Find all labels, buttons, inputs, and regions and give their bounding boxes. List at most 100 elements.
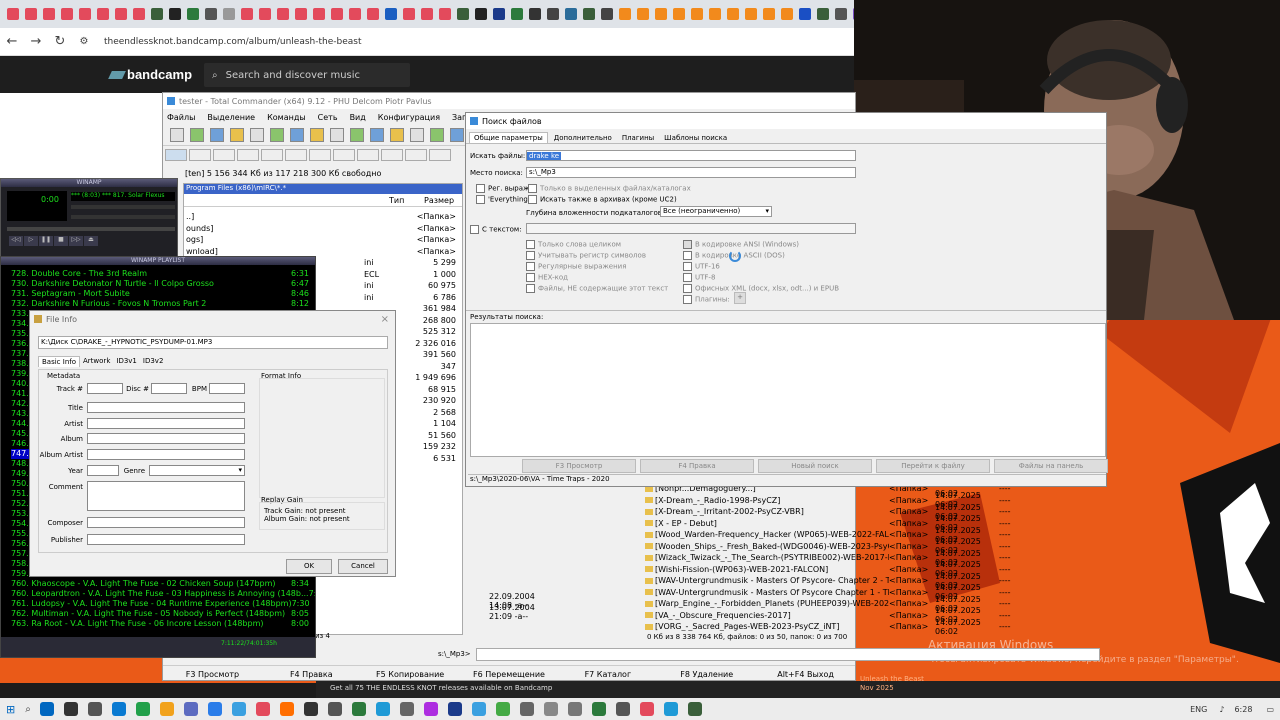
bandcamp-search-input[interactable]: ⌕ Search and discover music xyxy=(204,63,410,87)
file-info-tab[interactable]: ID3v2 xyxy=(140,356,167,367)
tc-right-row[interactable]: [VA_-_Obscure_Frequencies-2017] <Папка> 14… xyxy=(645,606,1095,624)
browser-tab[interactable] xyxy=(583,8,595,20)
text-option[interactable]: Учитывать регистр символов xyxy=(526,251,668,262)
taskbar-app-icon[interactable] xyxy=(567,702,582,716)
text-option[interactable]: Регулярные выражения xyxy=(526,262,668,273)
encoding-option-checkbox[interactable] xyxy=(683,295,692,304)
playlist-number[interactable]: 750. xyxy=(11,479,29,489)
browser-tab[interactable] xyxy=(799,8,811,20)
taskbar-app-icon[interactable] xyxy=(279,702,294,716)
taskbar-app-icon[interactable] xyxy=(327,702,342,716)
tc-drive-button[interactable] xyxy=(285,149,307,161)
tc-toolbar-button[interactable] xyxy=(250,128,264,142)
playlist-number[interactable]: 746. xyxy=(11,439,29,449)
taskbar-app-icon[interactable] xyxy=(183,702,198,716)
playlist-row[interactable]: 760. Leopardtron - V.A. Light The Fuse -… xyxy=(1,589,315,599)
notifications-icon[interactable]: ▭ xyxy=(1266,705,1274,714)
taskbar-app-icon[interactable] xyxy=(63,702,78,716)
file-path-field[interactable]: K:\Диск C\DRAKE_-_HYPNOTIC_PSYDUMP-01.MP… xyxy=(38,336,388,349)
text-option-checkbox[interactable] xyxy=(526,284,535,293)
encoding-option-checkbox[interactable] xyxy=(683,273,692,282)
taskbar-app-icon[interactable] xyxy=(591,702,606,716)
browser-tab[interactable] xyxy=(331,8,343,20)
taskbar-app-icon[interactable] xyxy=(39,702,54,716)
playlist-number[interactable]: 736. xyxy=(11,339,29,349)
tc-drive-button[interactable] xyxy=(261,149,283,161)
winamp-balance-slider[interactable] xyxy=(71,215,175,219)
find-files-button[interactable]: Перейти к файлу xyxy=(876,459,990,473)
playlist-row[interactable]: 763. Ra Root - V.A. Light The Fuse - 06 … xyxy=(1,619,315,629)
encoding-option[interactable]: В кодировке ANSI (Windows) xyxy=(683,240,839,251)
tc-drive-button[interactable] xyxy=(381,149,403,161)
search-tab[interactable]: Общие параметры xyxy=(469,132,548,143)
browser-tab[interactable] xyxy=(259,8,271,20)
file-info-tab[interactable]: Artwork xyxy=(80,356,113,367)
browser-tab[interactable] xyxy=(421,8,433,20)
playlist-number[interactable]: 742. xyxy=(11,399,29,409)
encoding-option-checkbox[interactable] xyxy=(683,240,692,249)
taskbar-app-icon[interactable] xyxy=(447,702,462,716)
playlist-row[interactable]: 730. Darkshire Detonator N Turtle - Il C… xyxy=(1,279,315,289)
taskbar-app-icon[interactable] xyxy=(471,702,486,716)
bandcamp-logo[interactable]: bandcamp xyxy=(108,67,192,82)
disc-field[interactable] xyxy=(151,383,187,394)
taskbar-app-icon[interactable] xyxy=(399,702,414,716)
playlist-number[interactable]: 751. xyxy=(11,489,29,499)
browser-tab[interactable] xyxy=(511,8,523,20)
tc-menu-item[interactable]: Файлы xyxy=(167,113,195,122)
album-artist-field[interactable] xyxy=(87,449,245,460)
tc-fkey-button[interactable]: F6 Перемещение xyxy=(460,670,559,679)
browser-tab[interactable] xyxy=(673,8,685,20)
tc-fkey-button[interactable]: F3 Просмотр xyxy=(163,670,262,679)
tc-toolbar-button[interactable] xyxy=(230,128,244,142)
results-list[interactable] xyxy=(470,323,1106,457)
tc-left-row[interactable]: <Папка> xyxy=(184,223,462,235)
tc-right-row[interactable]: [X - EP - Debut] <Папка> 14.07.2025 06:02-… xyxy=(645,514,1095,532)
taskbar-app-icon[interactable] xyxy=(639,702,654,716)
tc-menu-item[interactable]: Команды xyxy=(267,113,306,122)
browser-tab[interactable] xyxy=(241,8,253,20)
text-option[interactable]: HEX-код xyxy=(526,273,668,284)
tc-left-row[interactable]: <Папка> xyxy=(184,211,462,223)
playlist-number[interactable]: 744. xyxy=(11,419,29,429)
find-files-button[interactable]: F3 Просмотр xyxy=(522,459,636,473)
browser-tab[interactable] xyxy=(709,8,721,20)
playlist-row[interactable]: 760. Khaoscope - V.A. Light The Fuse - 0… xyxy=(1,579,315,589)
tc-toolbar-button[interactable] xyxy=(330,128,344,142)
playlist-number[interactable]: 743. xyxy=(11,409,29,419)
browser-tab[interactable] xyxy=(43,8,55,20)
playlist-row[interactable]: 731. Septagram - Mort Subite 8:46 xyxy=(1,289,315,299)
publisher-field[interactable] xyxy=(87,534,245,545)
search-for-input[interactable]: drake ke xyxy=(526,150,856,161)
playlist-number[interactable]: 748. xyxy=(11,459,29,469)
browser-tab[interactable] xyxy=(349,8,361,20)
tc-right-row[interactable]: [WAV-Untergrundmusik - Masters Of Psycor… xyxy=(645,572,1095,590)
text-option-checkbox[interactable] xyxy=(526,251,535,260)
track-field[interactable] xyxy=(87,383,123,394)
playlist-number[interactable]: 735. xyxy=(11,329,29,339)
regex-checkbox[interactable] xyxy=(476,184,485,193)
encoding-option[interactable]: UTF-8 xyxy=(683,273,839,284)
playlist-number[interactable]: 758. xyxy=(11,559,29,569)
find-files-button[interactable]: Файлы на панель xyxy=(994,459,1108,473)
browser-tab[interactable] xyxy=(151,8,163,20)
with-text-input[interactable] xyxy=(526,223,856,234)
browser-tab[interactable] xyxy=(79,8,91,20)
taskbar-app-icon[interactable] xyxy=(495,702,510,716)
playlist-number[interactable]: 745. xyxy=(11,429,29,439)
volume-icon[interactable]: ♪ xyxy=(1219,705,1224,714)
only-selected-checkbox[interactable] xyxy=(528,184,537,193)
browser-tab[interactable] xyxy=(475,8,487,20)
playlist-number[interactable]: 752. xyxy=(11,499,29,509)
text-option[interactable]: Файлы, НЕ содержащие этот текст xyxy=(526,284,668,295)
tc-toolbar-button[interactable] xyxy=(290,128,304,142)
search-icon[interactable]: ⌕ xyxy=(25,704,31,715)
tc-cmdline-input[interactable] xyxy=(476,648,1100,661)
encoding-option[interactable]: Плагины: xyxy=(683,295,839,306)
playlist-number[interactable]: 753. xyxy=(11,509,29,519)
winamp-volume-slider[interactable] xyxy=(71,205,175,209)
cancel-button[interactable]: Cancel xyxy=(338,559,388,574)
browser-tab[interactable] xyxy=(295,8,307,20)
browser-tab[interactable] xyxy=(223,8,235,20)
winamp-control-button[interactable]: ◁◁ xyxy=(9,236,23,246)
